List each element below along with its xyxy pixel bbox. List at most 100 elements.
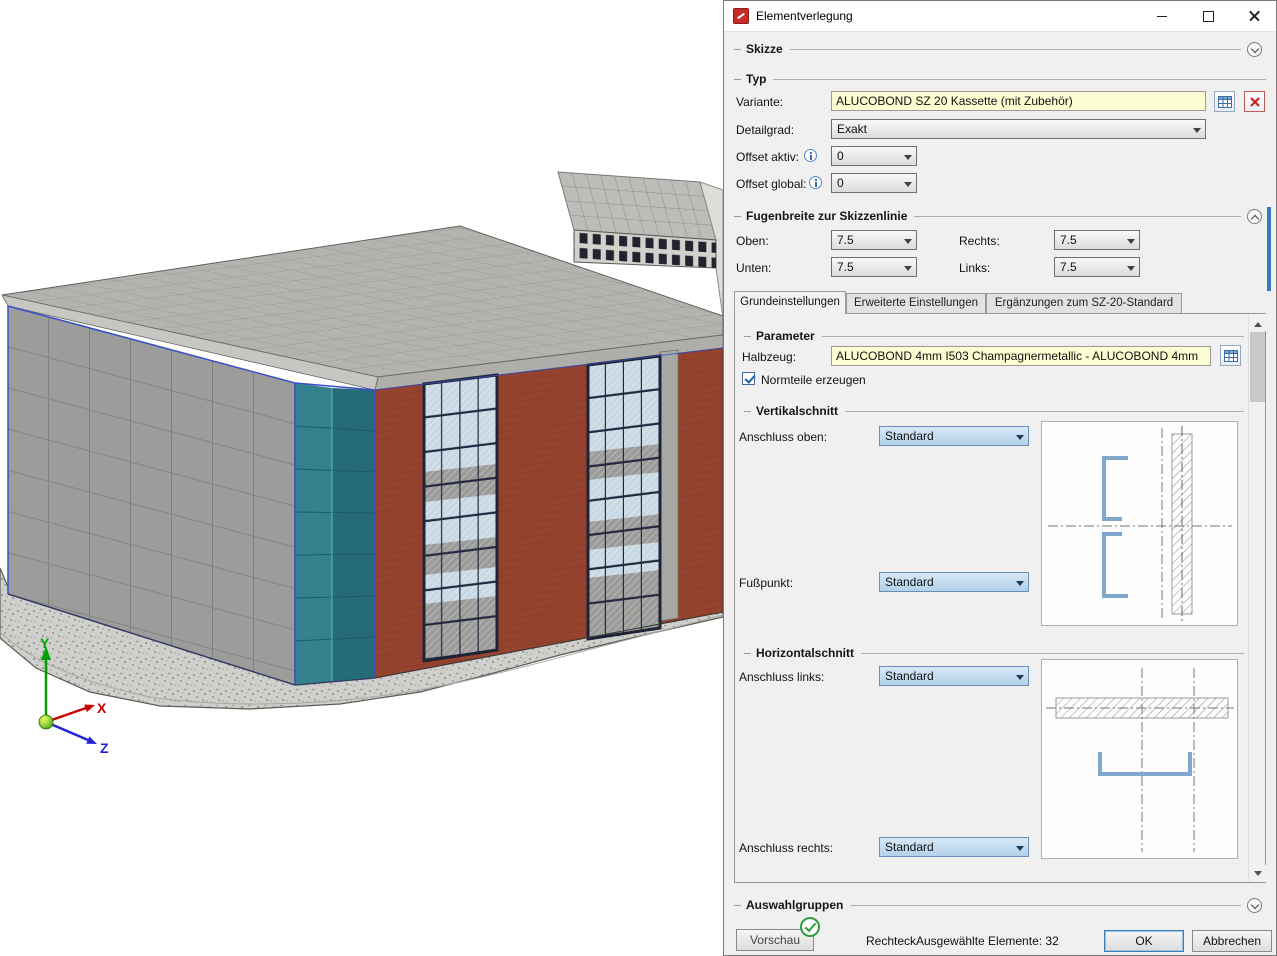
panel-scrollbar[interactable] <box>1248 314 1266 882</box>
dialog-title: Elementverlegung <box>756 9 853 23</box>
offset-global-label: Offset global: <box>736 177 807 191</box>
elementverlegung-dialog: Elementverlegung Skizze Typ Variante: AL… <box>723 0 1277 956</box>
red-x-icon <box>1249 96 1260 107</box>
axis-y-label: Y <box>40 635 50 651</box>
variante-browse-button[interactable] <box>1214 91 1235 112</box>
skizze-expand-button[interactable] <box>1247 41 1262 57</box>
app-icon <box>733 8 749 24</box>
anschluss-links-label: Anschluss links: <box>739 670 825 684</box>
table-icon <box>1223 349 1238 362</box>
oben-label: Oben: <box>736 234 769 248</box>
offset-global-info-icon[interactable] <box>809 176 822 189</box>
detailgrad-dropdown[interactable]: Exakt <box>831 119 1206 139</box>
chevron-down-icon <box>1127 266 1135 271</box>
offset-aktiv-label: Offset aktiv: <box>736 150 800 164</box>
anschluss-rechts-dropdown[interactable]: Standard <box>879 837 1029 857</box>
close-button[interactable] <box>1231 1 1277 31</box>
rechts-dropdown[interactable]: 7.5 <box>1054 230 1140 250</box>
chevron-down-icon <box>1127 239 1135 244</box>
window-strip-1 <box>422 373 499 663</box>
chevron-down-icon <box>1193 128 1201 133</box>
status-selected-count: Ausgewählte Elemente: 32 <box>916 934 1059 948</box>
3d-viewport[interactable]: Y X Z <box>0 0 724 956</box>
chevron-down-icon <box>904 182 912 187</box>
axis-x-label: X <box>97 700 107 716</box>
section-fugenbreite-label: Fugenbreite zur Skizzenlinie <box>746 209 908 223</box>
chevron-down-icon <box>1016 435 1024 440</box>
section-highlight-bar <box>1267 207 1271 291</box>
window-strip-2 <box>586 354 662 641</box>
unten-dropdown[interactable]: 7.5 <box>831 257 917 277</box>
section-parameter: Parameter <box>744 328 1244 344</box>
arrow-down-icon <box>1253 871 1262 880</box>
preview-check-icon <box>800 917 820 937</box>
anschluss-links-dropdown[interactable]: Standard <box>879 666 1029 686</box>
chevron-down-icon <box>1016 675 1024 680</box>
section-skizze-label: Skizze <box>746 42 783 56</box>
detailgrad-label: Detailgrad: <box>736 123 795 137</box>
section-typ: Typ <box>734 71 1266 87</box>
minimize-icon <box>1157 16 1167 17</box>
tab-erweiterte-einstellungen[interactable]: Erweiterte Einstellungen <box>846 293 986 313</box>
section-fugenbreite: Fugenbreite zur Skizzenlinie <box>734 208 1262 224</box>
horizontal-section-preview <box>1041 659 1238 859</box>
minimize-button[interactable] <box>1139 1 1185 31</box>
building-render: Y X Z <box>0 171 724 756</box>
normteile-checkbox[interactable] <box>742 372 755 385</box>
application-window: Y X Z Elementverlegung Skizze Typ Varian… <box>0 0 1277 956</box>
vertical-section-preview <box>1041 421 1238 626</box>
fusspunkt-label: Fußpunkt: <box>739 576 794 590</box>
offset-aktiv-info-icon[interactable] <box>804 149 817 162</box>
table-icon <box>1217 95 1232 108</box>
section-horizontalschnitt-label: Horizontalschnitt <box>756 646 854 660</box>
selected-panel-strip <box>294 383 376 685</box>
tab-grundeinstellungen[interactable]: Grundeinstellungen <box>734 291 846 314</box>
chevron-down-icon <box>904 239 912 244</box>
anschluss-oben-label: Anschluss oben: <box>739 430 828 444</box>
halbzeug-field[interactable]: ALUCOBOND 4mm I503 Champagnermetallic - … <box>831 346 1211 366</box>
axis-z-label: Z <box>100 740 109 756</box>
abbrechen-button[interactable]: Abbrechen <box>1192 930 1272 952</box>
unten-label: Unten: <box>736 261 772 275</box>
anschluss-oben-dropdown[interactable]: Standard <box>879 426 1029 446</box>
status-shape: Rechteck <box>866 934 917 948</box>
section-auswahlgruppen-label: Auswahlgruppen <box>746 898 844 912</box>
vertical-section-drawing <box>1048 426 1232 622</box>
offset-global-dropdown[interactable]: 0 <box>831 173 917 193</box>
section-vertikalschnitt-label: Vertikalschnitt <box>756 404 839 418</box>
section-parameter-label: Parameter <box>756 329 815 343</box>
maximize-icon <box>1203 11 1214 22</box>
auswahlgruppen-expand-button[interactable] <box>1247 897 1262 913</box>
ok-button[interactable]: OK <box>1104 930 1184 952</box>
oben-dropdown[interactable]: 7.5 <box>831 230 917 250</box>
rechts-label: Rechts: <box>959 234 1000 248</box>
halbzeug-label: Halbzeug: <box>742 350 797 364</box>
maximize-button[interactable] <box>1185 1 1231 31</box>
variante-field[interactable]: ALUCOBOND SZ 20 Kassette (mit Zubehör) <box>831 91 1206 111</box>
offset-aktiv-dropdown[interactable]: 0 <box>831 146 917 166</box>
links-dropdown[interactable]: 7.5 <box>1054 257 1140 277</box>
horizontal-section-drawing <box>1046 668 1234 852</box>
anschluss-rechts-label: Anschluss rechts: <box>739 841 834 855</box>
chevron-down-icon <box>904 155 912 160</box>
scroll-down-button[interactable] <box>1249 865 1266 882</box>
section-skizze: Skizze <box>734 41 1262 57</box>
variante-clear-button[interactable] <box>1244 91 1265 112</box>
fusspunkt-dropdown[interactable]: Standard <box>879 572 1029 592</box>
halbzeug-browse-button[interactable] <box>1220 345 1241 366</box>
section-typ-label: Typ <box>746 72 767 86</box>
scroll-up-button[interactable] <box>1249 314 1266 331</box>
variante-label: Variante: <box>736 95 784 109</box>
normteile-label: Normteile erzeugen <box>761 373 866 387</box>
chevron-down-icon <box>1016 581 1024 586</box>
fugenbreite-collapse-button[interactable] <box>1247 208 1262 224</box>
section-auswahlgruppen: Auswahlgruppen <box>734 897 1262 913</box>
facade-corner-column <box>659 349 679 622</box>
links-label: Links: <box>959 261 991 275</box>
section-vertikalschnitt: Vertikalschnitt <box>744 403 1244 419</box>
chevron-down-icon <box>904 266 912 271</box>
dialog-titlebar[interactable]: Elementverlegung <box>724 1 1276 32</box>
tab-ergaenzungen-sz20[interactable]: Ergänzungen zum SZ-20-Standard <box>986 293 1182 313</box>
arrow-up-icon <box>1253 318 1262 327</box>
scrollbar-thumb[interactable] <box>1250 332 1265 402</box>
